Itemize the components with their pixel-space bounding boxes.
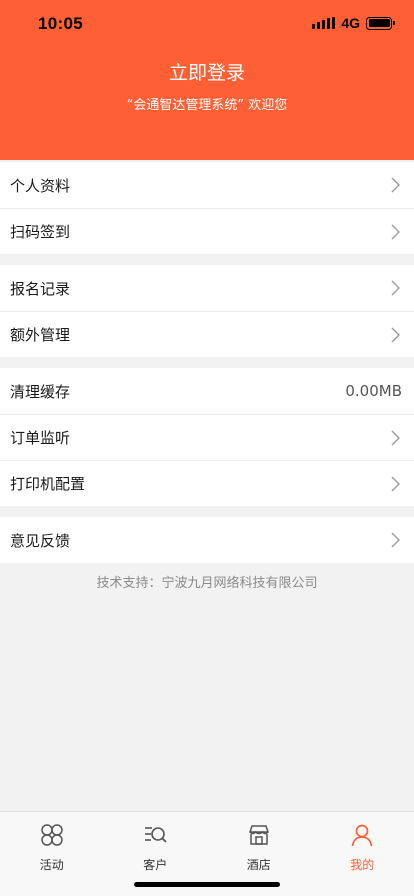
- chevron-right-icon: [388, 476, 402, 492]
- status-time: 10:05: [38, 14, 83, 33]
- menu-item-label: 订单监听: [10, 429, 71, 447]
- menu-item-label: 扫码签到: [10, 223, 71, 241]
- status-bar: 10:05 4G: [0, 0, 414, 46]
- cache-size-value: 0.00MB: [345, 382, 402, 400]
- menu-group-system: 清理缓存 0.00MB 订单监听 打印机配置: [0, 368, 414, 506]
- menu-item-label: 额外管理: [10, 326, 71, 344]
- menu-item-label: 打印机配置: [10, 475, 86, 493]
- signal-icon: [312, 17, 336, 29]
- menu-item-feedback[interactable]: 意见反馈: [0, 517, 414, 563]
- menu-item-scan-checkin[interactable]: 扫码签到: [0, 208, 414, 254]
- chevron-right-icon: [388, 224, 402, 240]
- network-type: 4G: [341, 15, 360, 31]
- menu-item-registration-records[interactable]: 报名记录: [0, 265, 414, 311]
- chevron-right-icon: [388, 532, 402, 548]
- activity-icon: [39, 822, 65, 852]
- menu-item-clear-cache[interactable]: 清理缓存 0.00MB: [0, 368, 414, 414]
- menu-item-label: 清理缓存: [10, 382, 71, 401]
- tab-mine[interactable]: 我的: [311, 812, 414, 896]
- customer-icon: [142, 822, 168, 852]
- chevron-right-icon: [388, 327, 402, 343]
- menu-item-label: 个人资料: [10, 176, 71, 195]
- battery-icon: [366, 16, 395, 30]
- tab-label: 客户: [143, 858, 168, 872]
- chevron-right-icon: [388, 280, 402, 296]
- profile-icon: [349, 822, 375, 852]
- hotel-icon: [246, 822, 272, 852]
- menu-item-label: 意见反馈: [10, 531, 71, 550]
- tab-label: 酒店: [246, 858, 271, 872]
- menu-item-label: 报名记录: [10, 279, 71, 298]
- chevron-right-icon: [388, 177, 402, 193]
- home-indicator: [134, 882, 280, 887]
- tab-label: 我的: [350, 858, 375, 872]
- menu-item-order-listener[interactable]: 订单监听: [0, 414, 414, 460]
- menu-item-printer-config[interactable]: 打印机配置: [0, 460, 414, 506]
- chevron-right-icon: [388, 430, 402, 446]
- menu-item-extra-management[interactable]: 额外管理: [0, 311, 414, 357]
- header-banner: 10:05 4G 立即登录 “会通智达管理系统” 欢迎您: [0, 0, 414, 160]
- tab-activity[interactable]: 活动: [0, 812, 104, 896]
- menu-group-profile: 个人资料 扫码签到: [0, 162, 414, 254]
- welcome-text: “会通智达管理系统” 欢迎您: [126, 98, 288, 113]
- menu-group-feedback: 意见反馈: [0, 517, 414, 563]
- menu-group-records: 报名记录 额外管理: [0, 265, 414, 357]
- status-indicators: 4G: [312, 14, 395, 32]
- tab-label: 活动: [39, 858, 64, 872]
- menu-item-personal-info[interactable]: 个人资料: [0, 162, 414, 208]
- tech-support-note: 技术支持：宁波九月网络科技有限公司: [96, 576, 318, 591]
- login-button[interactable]: 立即登录: [0, 58, 414, 85]
